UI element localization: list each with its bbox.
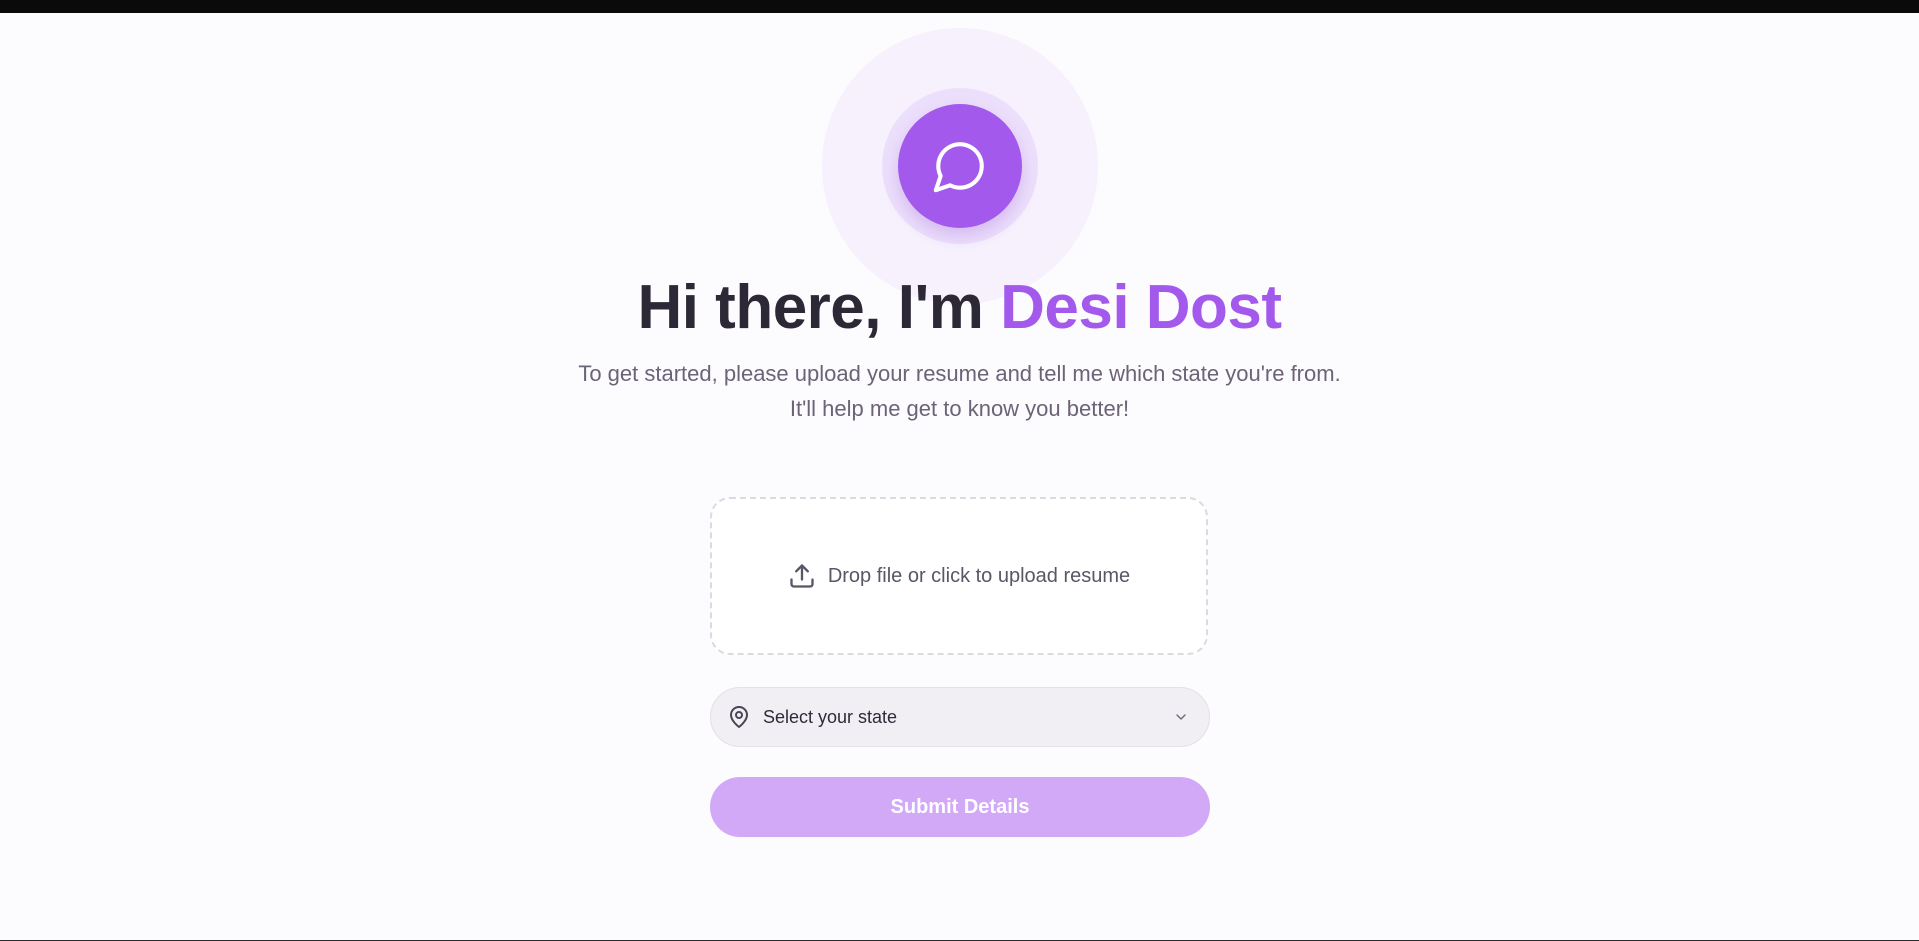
page-subtitle: To get started, please upload your resum… xyxy=(0,356,1919,426)
resume-upload-dropzone[interactable]: Drop file or click to upload resume xyxy=(710,497,1208,655)
upload-icon xyxy=(788,562,816,590)
state-select[interactable]: Select your state xyxy=(710,687,1210,747)
assistant-avatar xyxy=(898,104,1022,228)
upload-label: Drop file or click to upload resume xyxy=(827,564,1131,587)
chevron-down-icon xyxy=(1173,709,1189,725)
state-select-placeholder: Select your state xyxy=(763,706,898,727)
page-title: Hi there, I'm Desi Dost xyxy=(0,268,1919,348)
submit-details-button[interactable]: Submit Details xyxy=(710,777,1210,837)
brand-name: Desi Dost xyxy=(1000,273,1282,342)
window-top-bar xyxy=(0,0,1919,13)
subtitle-line-2: It'll help me get to know you better! xyxy=(789,396,1130,421)
message-circle-icon xyxy=(931,137,989,195)
subtitle-line-1: To get started, please upload your resum… xyxy=(578,361,1341,386)
greeting-text: Hi there, I'm xyxy=(637,273,984,342)
map-pin-icon xyxy=(727,705,751,729)
